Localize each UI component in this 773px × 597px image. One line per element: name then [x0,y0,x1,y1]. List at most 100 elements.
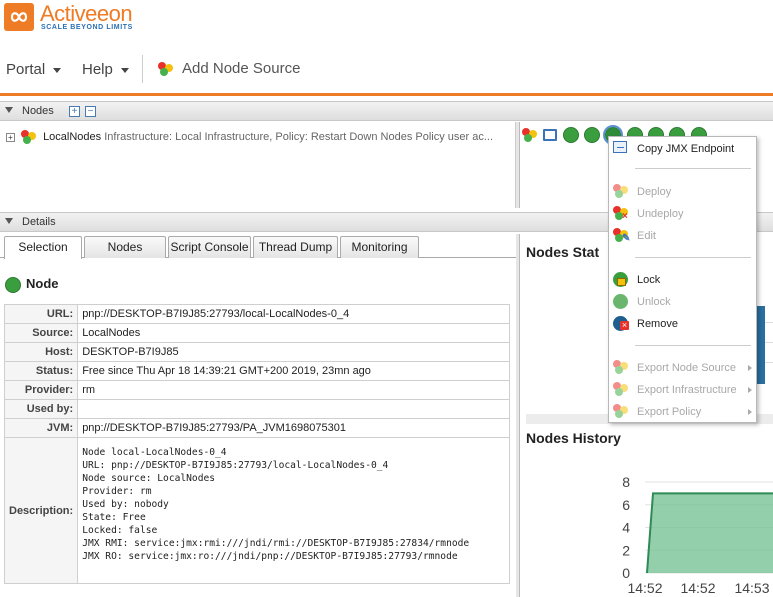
node-source-icon [21,130,37,144]
menu-item-label: Lock [637,274,661,286]
table-row: Used by: [3,399,510,419]
menu-item-label: Deploy [637,186,672,198]
menu-item-deploy[interactable]: Deploy [609,182,756,202]
tab-script-console[interactable]: Script Console [168,236,251,258]
export-policy-icon [613,404,629,418]
lock-icon [613,272,628,287]
property-key: Used by: [3,399,79,419]
submenu-arrow-icon [748,365,752,371]
collapse-chevron-icon[interactable] [5,218,13,224]
menu-bar: Portal Help Add Node Source [0,52,773,86]
deploy-icon [613,184,629,198]
menu-item-unlock[interactable]: Unlock [609,292,756,312]
tree-item-localnodes[interactable]: + LocalNodes Infrastructure: Local Infra… [6,130,493,144]
help-menu-label: Help [82,61,113,78]
host-monitor-icon[interactable] [543,129,558,141]
panel-splitter[interactable] [516,122,520,208]
menu-item-export-node-source[interactable]: Export Node Source [609,358,756,378]
export-infrastructure-icon [613,382,629,396]
node-heading: Node [5,276,59,293]
help-menu[interactable]: Help [82,61,129,78]
nodes-panel-header[interactable]: Nodes + − [0,101,773,121]
table-row: Status: Free since Thu Apr 18 14:39:21 GM… [3,361,510,381]
menu-item-label: Copy JMX Endpoint [637,143,735,155]
menu-item-copy-jmx-endpoint[interactable]: Copy JMX Endpoint [609,139,756,159]
property-value [77,399,510,419]
tab-monitoring[interactable]: Monitoring [340,236,419,258]
property-value: rm [77,380,510,400]
menu-separator [635,257,751,258]
node-source-tree: + LocalNodes Infrastructure: Local Infra… [0,122,516,208]
nodes-stats-title: Nodes Stat [526,244,600,260]
chevron-down-icon [120,67,129,73]
x-tick-label: 14:53 [734,580,769,596]
infinity-logo-icon [4,3,34,31]
nodes-stats-bar [757,306,765,384]
add-node-source-button[interactable]: Add Node Source [158,60,300,77]
property-key: URL: [3,304,79,324]
node-source-icon [158,62,174,77]
collapse-all-button[interactable]: − [85,106,96,117]
portal-menu-label: Portal [6,61,46,78]
menu-item-label: Undeploy [637,208,684,220]
nodes-panel-title: Nodes [22,105,54,117]
app-header: Activeeon SCALE BEYOND LIMITS Portal Hel… [0,0,773,96]
node-heading-label: Node [26,276,59,291]
y-tick-label: 4 [622,520,630,536]
tab-nodes[interactable]: Nodes [84,236,166,258]
header-accent-line [0,93,773,96]
table-row: JVM: pnp://DESKTOP-B7I9J85:27793/PA_JVM16… [3,418,510,438]
node-free-icon[interactable] [584,127,601,143]
property-value: Free since Thu Apr 18 14:39:21 GMT+200 2… [77,361,510,381]
tree-expand-icon[interactable]: + [6,132,15,142]
property-key: Host: [3,342,79,362]
table-row: Host: DESKTOP-B7I9J85 [3,342,510,362]
nodes-history-chart: 8 6 4 2 0 14:52 14:52 14:53 [622,474,773,596]
node-description-text: Node local-LocalNodes-0_4 URL: pnp://DES… [77,437,510,584]
property-key: Status: [3,361,79,381]
property-key: Description: [3,437,79,584]
node-context-menu: Copy JMX Endpoint Deploy × Undeploy ✎ Ed… [608,136,757,423]
expand-all-button[interactable]: + [69,106,80,117]
y-tick-label: 8 [622,474,630,490]
portal-menu[interactable]: Portal [6,61,62,78]
y-tick-label: 6 [622,497,630,513]
export-node-source-icon [613,360,629,374]
node-free-icon[interactable] [562,127,579,143]
add-node-source-label: Add Node Source [182,60,301,77]
property-value: LocalNodes [77,323,510,343]
unlock-icon [613,294,628,309]
details-tabs: Selection Nodes Script Console Thread Du… [0,234,520,259]
menu-item-export-infrastructure[interactable]: Export Infrastructure [609,380,756,400]
property-value: pnp://DESKTOP-B7I9J85:27793/local-LocalN… [77,304,510,324]
menu-item-lock[interactable]: Lock [609,270,756,290]
collapse-chevron-icon[interactable] [5,107,13,113]
property-key: Provider: [3,380,79,400]
tab-thread-dump[interactable]: Thread Dump [253,236,338,258]
nodes-history-area [647,493,773,573]
menu-item-label: Export Policy [637,406,702,418]
table-row: Provider: rm [3,380,510,400]
menu-item-edit[interactable]: ✎ Edit [609,226,756,246]
menu-item-label: Edit [637,230,656,242]
activeeon-logo[interactable]: Activeeon SCALE BEYOND LIMITS [4,1,174,33]
table-row: Source: LocalNodes [3,323,510,343]
tab-selection[interactable]: Selection [4,236,82,259]
chevron-down-icon [53,67,62,73]
node-source-icon[interactable] [522,128,538,142]
remove-icon [613,316,629,331]
table-row: Description: Node local-LocalNodes-0_4 UR… [3,437,510,584]
y-tick-label: 2 [622,542,630,558]
panel-splitter[interactable] [516,234,520,597]
menu-item-undeploy[interactable]: × Undeploy [609,204,756,224]
chart-y-ticks: 8 6 4 2 0 [622,474,630,581]
property-value: pnp://DESKTOP-B7I9J85:27793/PA_JVM169807… [77,418,510,438]
menu-divider [142,55,143,83]
menu-item-remove[interactable]: Remove [609,314,756,334]
edit-icon: ✎ [613,228,630,244]
jmx-endpoint-icon [613,141,627,153]
menu-item-label: Remove [637,318,678,330]
menu-item-export-policy[interactable]: Export Policy [609,402,756,422]
table-row: URL: pnp://DESKTOP-B7I9J85:27793/local-Lo… [3,304,510,324]
menu-item-label: Export Infrastructure [637,384,737,396]
